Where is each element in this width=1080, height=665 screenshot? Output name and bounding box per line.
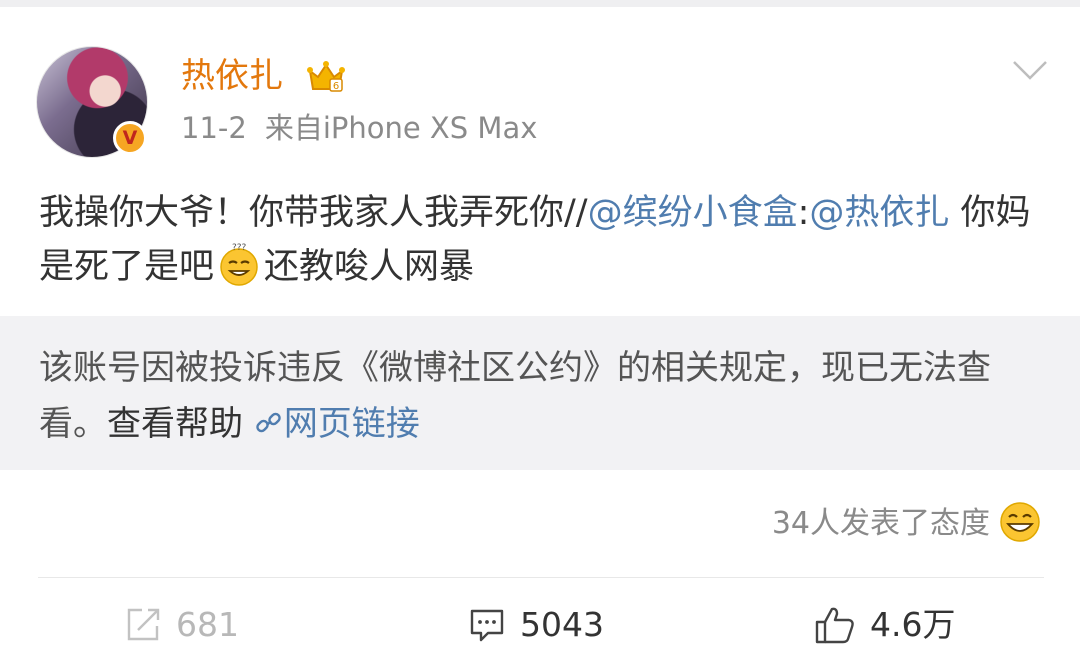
repost-icon — [127, 608, 160, 641]
post-text-part3: 还教唆人网暴 — [264, 247, 475, 287]
reactions-text: 34人发表了态度 — [771, 506, 990, 541]
svg-text:6: 6 — [333, 81, 339, 92]
svg-text:???: ??? — [232, 243, 247, 253]
confused-smile-emoji: ??? — [220, 243, 258, 286]
username[interactable]: 热依扎 — [181, 54, 283, 98]
like-button[interactable]: 4.6万 — [814, 600, 955, 650]
mention-link-2[interactable]: @热依扎 — [809, 193, 949, 233]
web-link[interactable]: 网页链接 — [254, 404, 420, 444]
comment-button[interactable]: 5043 — [468, 600, 604, 650]
post-source: 来自iPhone XS Max — [264, 111, 538, 145]
post-date: 11-2 — [181, 111, 247, 145]
web-link-label: 网页链接 — [283, 404, 420, 444]
chevron-down-icon[interactable] — [1010, 58, 1050, 82]
repost-count: 681 — [176, 605, 239, 644]
help-link[interactable]: 查看帮助 — [107, 404, 243, 444]
top-strip — [0, 0, 1080, 7]
post-text-part1: 我操你大爷！你带我家人我弄死你// — [39, 193, 588, 233]
like-count: 4.6万 — [870, 605, 956, 644]
comment-icon — [470, 609, 504, 642]
link-icon — [256, 412, 281, 433]
grin-emoji — [1000, 502, 1040, 542]
like-icon — [815, 607, 854, 644]
repost-button[interactable]: 681 — [124, 600, 239, 650]
verified-v-icon: V — [113, 121, 147, 155]
comment-count: 5043 — [520, 605, 604, 644]
reactions-summary[interactable]: 34人发表了态度 — [700, 500, 1046, 548]
divider — [38, 577, 1044, 578]
crown-badge-icon[interactable]: 6 — [306, 57, 346, 97]
mention-link-1[interactable]: @缤纷小食盒 — [588, 193, 798, 233]
post-text: 我操你大爷！你带我家人我弄死你//@缤纷小食盒:@热依扎 你妈是死了是吧 ???… — [39, 186, 1049, 294]
post-colon: : — [797, 193, 810, 233]
post-meta: 11-2 来自iPhone XS Max — [181, 108, 555, 148]
account-notice: 该账号因被投诉违反《微博社区公约》的相关规定，现已无法查看。查看帮助 网页链接 — [39, 340, 1049, 452]
